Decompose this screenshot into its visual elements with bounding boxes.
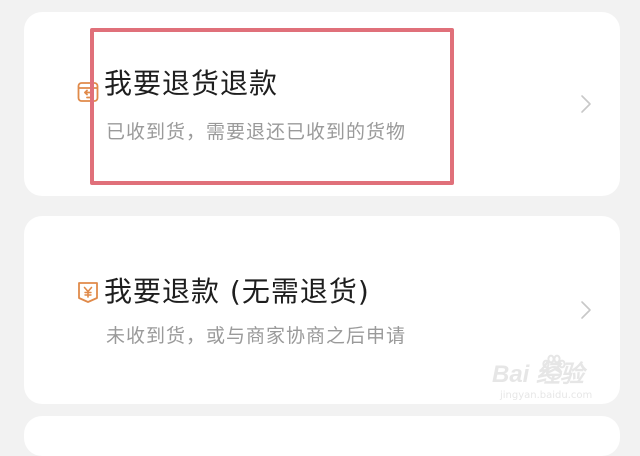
chevron-right-icon xyxy=(581,95,591,113)
return-and-refund-option[interactable]: 我要退货退款 已收到货，需要退还已收到的货物 xyxy=(24,12,620,196)
refund-yen-icon xyxy=(78,282,98,303)
option-subtitle: 未收到货，或与商家协商之后申请 xyxy=(106,325,407,347)
refund-only-option[interactable]: 我要退款 (无需退货) 未收到货，或与商家协商之后申请 xyxy=(24,216,620,404)
return-box-icon xyxy=(77,82,99,102)
next-option-card[interactable] xyxy=(24,416,620,456)
chevron-right-icon xyxy=(581,301,591,319)
option-subtitle: 已收到货，需要退还已收到的货物 xyxy=(106,121,407,143)
option-title: 我要退货退款 xyxy=(104,67,279,100)
option-title: 我要退款 (无需退货) xyxy=(104,275,370,308)
